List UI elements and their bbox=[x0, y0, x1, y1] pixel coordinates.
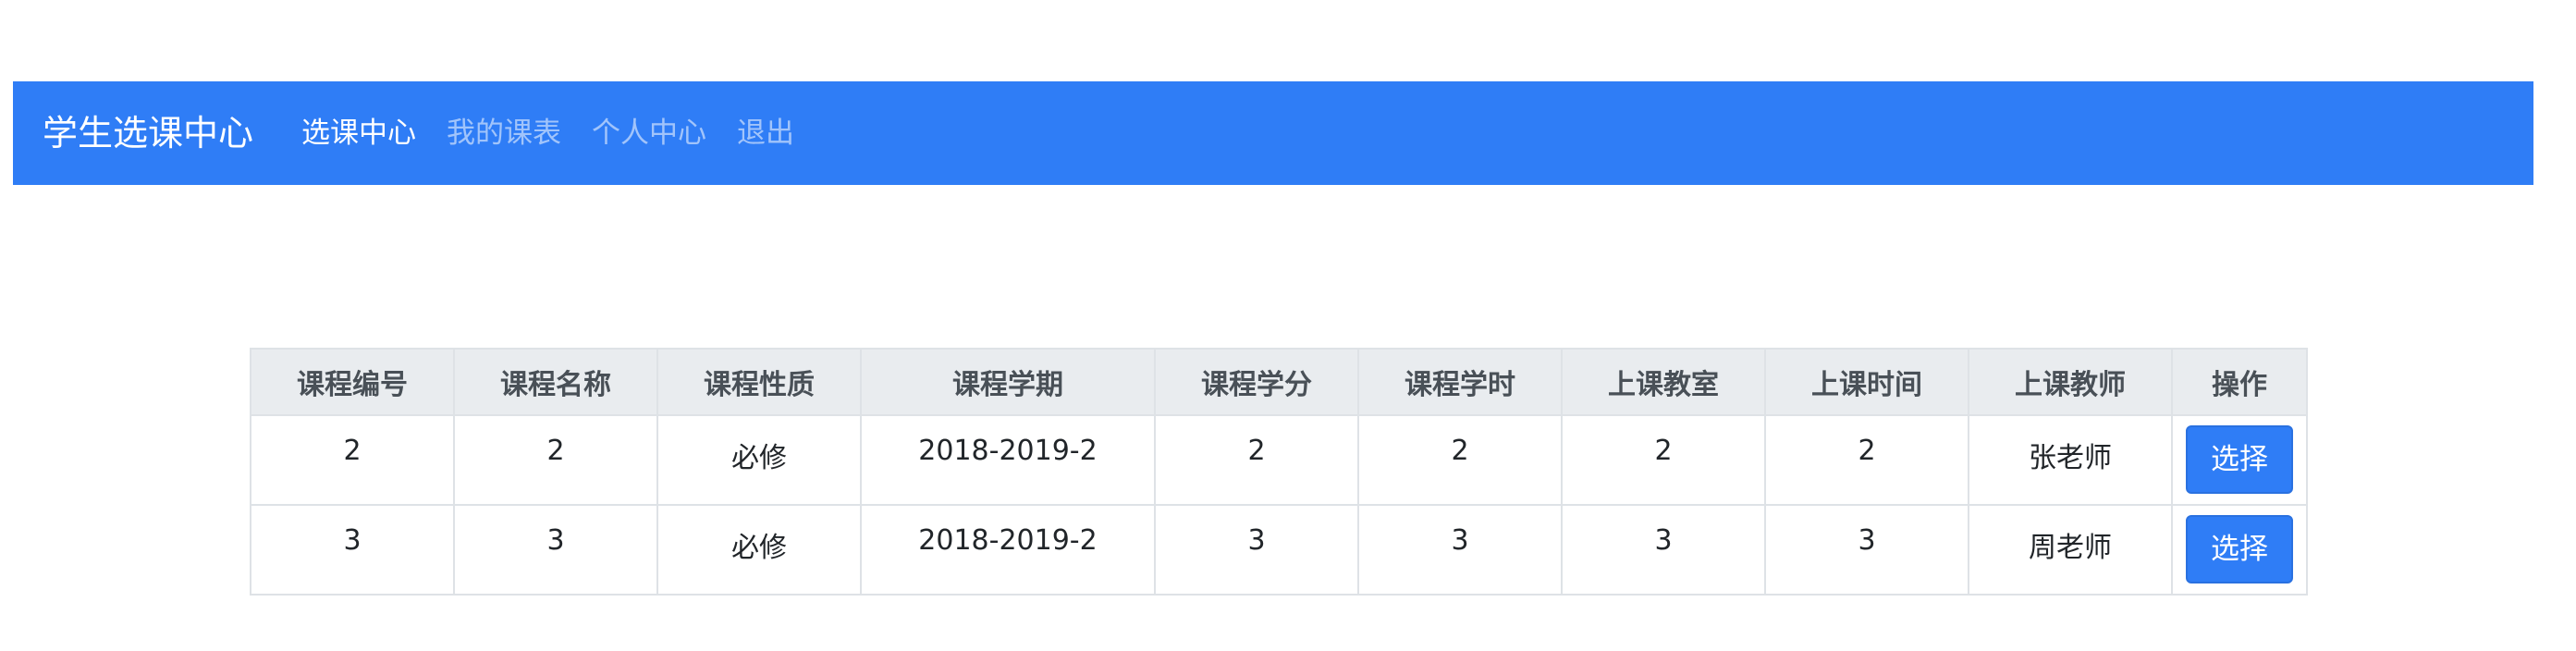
course-id-cell: 2 bbox=[250, 414, 455, 506]
course-type-cell: 必修 bbox=[656, 414, 862, 506]
action-cell: 选择 bbox=[2171, 414, 2308, 506]
course-credit-cell: 3 bbox=[1154, 504, 1359, 596]
column-header: 上课时间 bbox=[1764, 348, 1969, 416]
teacher-cell: 张老师 bbox=[1968, 414, 2173, 506]
classroom-cell: 2 bbox=[1561, 414, 1766, 506]
brand-title[interactable]: 学生选课中心 bbox=[43, 116, 253, 151]
nav-link-my-schedule[interactable]: 我的课表 bbox=[447, 118, 561, 148]
class-time-cell: 2 bbox=[1764, 414, 1969, 506]
column-header: 课程编号 bbox=[250, 348, 455, 416]
column-header: 课程学分 bbox=[1154, 348, 1359, 416]
course-type-cell: 必修 bbox=[656, 504, 862, 596]
column-header: 上课教师 bbox=[1968, 348, 2173, 416]
column-header: 课程学时 bbox=[1357, 348, 1563, 416]
column-header: 课程学期 bbox=[860, 348, 1156, 416]
column-header: 课程名称 bbox=[453, 348, 658, 416]
select-course-button[interactable]: 选择 bbox=[2186, 425, 2293, 494]
course-name-cell: 2 bbox=[453, 414, 658, 506]
course-term-cell: 2018-2019-2 bbox=[860, 504, 1156, 596]
table-header-row: 课程编号 课程名称 课程性质 课程学期 课程学分 课程学时 上课教室 上课时间 … bbox=[250, 348, 2308, 416]
course-credit-cell: 2 bbox=[1154, 414, 1359, 506]
teacher-cell: 周老师 bbox=[1968, 504, 2173, 596]
column-header: 课程性质 bbox=[656, 348, 862, 416]
course-hours-cell: 3 bbox=[1357, 504, 1563, 596]
table-row: 2 2 必修 2018-2019-2 2 2 2 2 张老师 选择 bbox=[250, 414, 2308, 506]
column-header: 上课教室 bbox=[1561, 348, 1766, 416]
table-row: 3 3 必修 2018-2019-2 3 3 3 3 周老师 选择 bbox=[250, 504, 2308, 596]
class-time-cell: 3 bbox=[1764, 504, 1969, 596]
course-hours-cell: 2 bbox=[1357, 414, 1563, 506]
action-cell: 选择 bbox=[2171, 504, 2308, 596]
nav-links: 选课中心 我的课表 个人中心 退出 bbox=[301, 118, 825, 148]
column-header: 操作 bbox=[2171, 348, 2308, 416]
top-navbar: 学生选课中心 选课中心 我的课表 个人中心 退出 bbox=[13, 81, 2533, 185]
course-table: 课程编号 课程名称 课程性质 课程学期 课程学分 课程学时 上课教室 上课时间 … bbox=[250, 348, 2308, 596]
nav-link-personal-center[interactable]: 个人中心 bbox=[592, 118, 706, 148]
select-course-button[interactable]: 选择 bbox=[2186, 515, 2293, 583]
course-id-cell: 3 bbox=[250, 504, 455, 596]
nav-link-course-selection[interactable]: 选课中心 bbox=[301, 118, 416, 148]
classroom-cell: 3 bbox=[1561, 504, 1766, 596]
nav-link-logout[interactable]: 退出 bbox=[737, 118, 794, 148]
course-name-cell: 3 bbox=[453, 504, 658, 596]
course-term-cell: 2018-2019-2 bbox=[860, 414, 1156, 506]
